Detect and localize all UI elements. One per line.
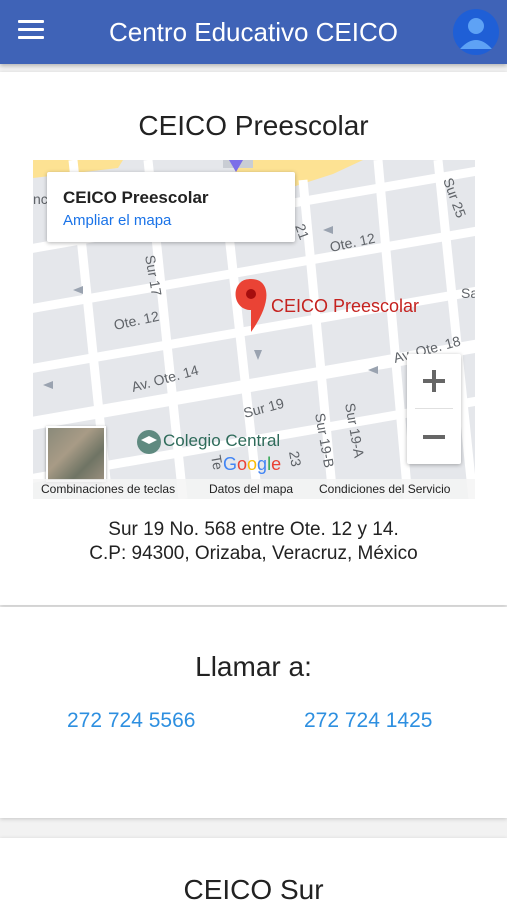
zoom-controls bbox=[407, 354, 461, 464]
call-title: Llamar a: bbox=[195, 651, 312, 682]
address-line-2: C.P: 94300, Orizaba, Veracruz, México bbox=[89, 543, 418, 564]
map-data-link[interactable]: Datos del mapa bbox=[209, 482, 293, 496]
college-label: Colegio Central bbox=[163, 431, 281, 450]
zoom-divider bbox=[415, 408, 453, 409]
minus-icon bbox=[423, 435, 445, 439]
next-location-card: CEICO Sur bbox=[0, 838, 507, 918]
plus-icon bbox=[423, 370, 445, 392]
map-footer: Combinaciones de teclas Datos del mapa C… bbox=[33, 479, 475, 499]
map-info-box: CEICO Preescolar Ampliar el mapa bbox=[47, 172, 295, 242]
app-bar: Centro Educativo CEICO bbox=[0, 0, 507, 64]
app-title: Centro Educativo CEICO bbox=[108, 17, 398, 47]
terms-link[interactable]: Condiciones del Servicio bbox=[319, 482, 450, 496]
address-line-1: Sur 19 No. 568 entre Ote. 12 y 14. bbox=[108, 519, 399, 540]
map-info-name: CEICO Preescolar bbox=[63, 188, 209, 207]
phone-link-1[interactable]: 272 724 5566 bbox=[67, 709, 195, 733]
user-avatar-icon[interactable] bbox=[453, 9, 499, 55]
svg-text:Sa: Sa bbox=[461, 285, 475, 301]
keyboard-shortcuts-link[interactable]: Combinaciones de teclas bbox=[41, 482, 175, 496]
enlarge-map-link[interactable]: Ampliar el mapa bbox=[63, 212, 171, 229]
address: Sur 19 No. 568 entre Ote. 12 y 14. C.P: … bbox=[0, 518, 507, 566]
zoom-in-button[interactable] bbox=[407, 354, 461, 408]
svg-text:nc: nc bbox=[33, 191, 48, 207]
google-logo: Google bbox=[223, 454, 281, 474]
zoom-out-button[interactable] bbox=[407, 410, 461, 464]
menu-icon[interactable] bbox=[18, 20, 44, 44]
svg-text:23: 23 bbox=[286, 450, 304, 468]
embedded-map[interactable]: Ote. 12 Ote. 12 Av. Ote. 14 Av. Ote. 18 … bbox=[33, 160, 475, 499]
next-location-title: CEICO Sur bbox=[183, 874, 324, 905]
call-card: Llamar a: 272 724 5566 272 724 1425 bbox=[0, 607, 507, 818]
location-card: CEICO Preescolar Ote. 12 Ote. 12 Av. Ote… bbox=[0, 72, 507, 605]
phone-link-2[interactable]: 272 724 1425 bbox=[304, 709, 432, 733]
location-title: CEICO Preescolar bbox=[138, 110, 369, 141]
map-pin-label: CEICO Preescolar bbox=[271, 296, 420, 316]
satellite-toggle[interactable] bbox=[46, 426, 106, 482]
